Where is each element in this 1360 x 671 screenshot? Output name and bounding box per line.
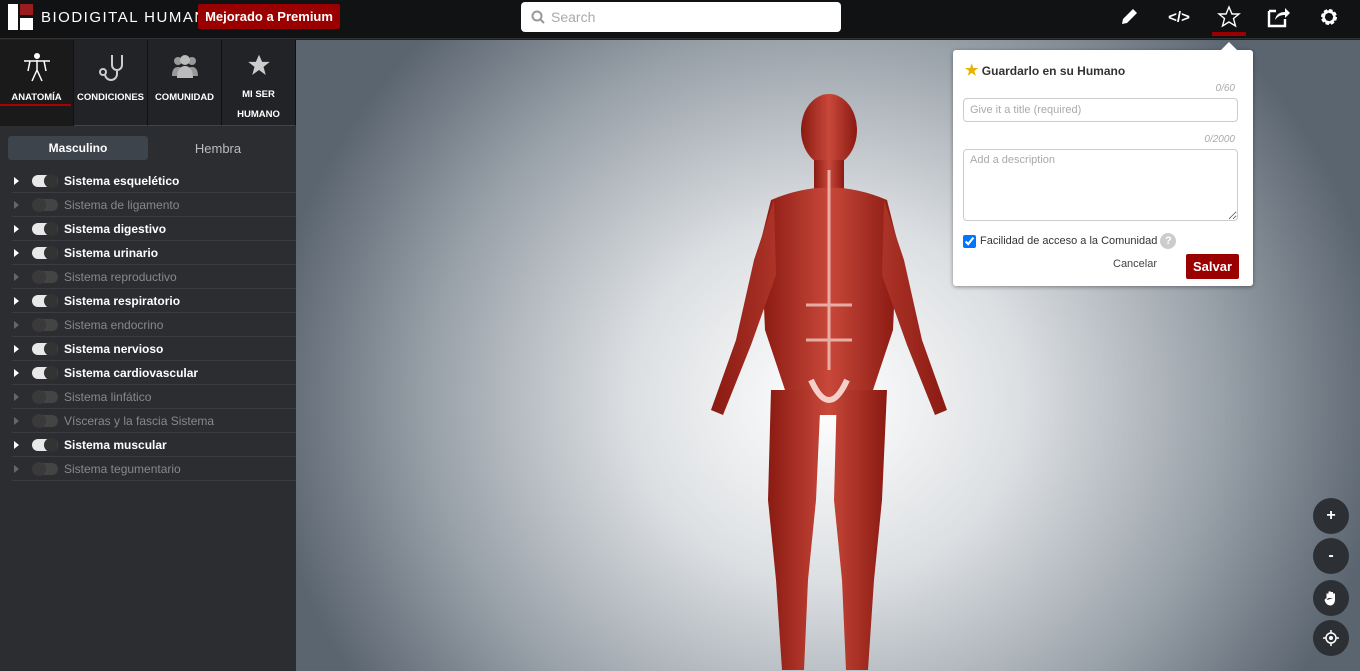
- top-bar: BIODIGITAL HUMAN Mejorado a Premium </>: [0, 0, 1360, 39]
- community-checkbox[interactable]: [963, 234, 976, 248]
- pencil-icon[interactable]: [1111, 4, 1147, 30]
- cancel-button[interactable]: Cancelar: [1113, 258, 1157, 270]
- hand-icon: [1324, 591, 1335, 606]
- system-label: Sistema linfático: [64, 389, 152, 404]
- tab-comunidad[interactable]: COMUNIDAD: [148, 40, 222, 126]
- system-label: Sistema cardiovascular: [64, 365, 199, 380]
- system-label: Sistema tegumentario: [64, 461, 181, 476]
- expand-arrow-icon[interactable]: [14, 296, 19, 305]
- expand-arrow-icon[interactable]: [14, 272, 19, 281]
- system-label: Sistema nervioso: [64, 341, 164, 356]
- star-icon: [247, 54, 270, 75]
- system-row[interactable]: Sistema esquelético: [12, 169, 296, 193]
- system-toggle[interactable]: [32, 197, 58, 212]
- expand-arrow-icon[interactable]: [14, 248, 19, 257]
- system-row[interactable]: Sistema endocrino: [12, 313, 296, 337]
- description-textarea[interactable]: [963, 149, 1238, 221]
- system-label: Sistema endocrino: [64, 317, 164, 332]
- tab-mi-ser-humano[interactable]: MI SER HUMANO: [222, 40, 296, 126]
- system-toggle[interactable]: [32, 365, 58, 380]
- star-icon: ★: [965, 62, 979, 79]
- system-toggle[interactable]: [32, 293, 58, 308]
- system-row[interactable]: Sistema reproductivo: [12, 265, 296, 289]
- title-input[interactable]: [963, 98, 1238, 122]
- system-label: Sistema urinario: [64, 245, 159, 260]
- system-row[interactable]: Sistema nervioso: [12, 337, 296, 361]
- zoom-in-button[interactable]: +: [1313, 498, 1349, 534]
- body-icon: [23, 53, 50, 82]
- active-indicator: [1212, 32, 1246, 36]
- community-label: Facilidad de acceso a la Comunidad: [980, 235, 1158, 247]
- system-toggle[interactable]: [32, 413, 58, 428]
- system-toggle[interactable]: [32, 221, 58, 236]
- embed-code-icon[interactable]: </>: [1161, 4, 1197, 30]
- system-list: Sistema esquelético Sistema de ligamento S…: [0, 169, 296, 481]
- system-row[interactable]: Sistema muscular: [12, 433, 296, 457]
- system-label: Sistema muscular: [64, 437, 167, 452]
- system-toggle[interactable]: [32, 173, 58, 188]
- system-row[interactable]: Sistema tegumentario: [12, 457, 296, 481]
- system-row[interactable]: Sistema urinario: [12, 241, 296, 265]
- system-toggle[interactable]: [32, 341, 58, 356]
- people-icon: [171, 55, 198, 78]
- search-input[interactable]: [521, 2, 841, 32]
- expand-arrow-icon[interactable]: [14, 224, 19, 233]
- gender-male-button[interactable]: Masculino: [8, 136, 148, 160]
- biodigital-logo[interactable]: [8, 4, 33, 30]
- system-label: Sistema respiratorio: [64, 293, 181, 308]
- system-toggle[interactable]: [32, 269, 58, 284]
- system-toggle[interactable]: [32, 437, 58, 452]
- upgrade-premium-button[interactable]: Mejorado a Premium: [198, 4, 340, 29]
- save-popup: ★ Guardarlo en su Humano 0/60 0/2000 Fac…: [953, 42, 1253, 286]
- expand-arrow-icon[interactable]: [14, 416, 19, 425]
- system-toggle[interactable]: [32, 389, 58, 404]
- save-button[interactable]: Salvar: [1186, 254, 1239, 279]
- share-icon[interactable]: [1261, 4, 1297, 30]
- system-label: Sistema reproductivo: [64, 269, 177, 284]
- target-icon: [1323, 630, 1339, 646]
- expand-arrow-icon[interactable]: [14, 344, 19, 353]
- system-label: Sistema digestivo: [64, 221, 167, 236]
- system-row[interactable]: Sistema linfático: [12, 385, 296, 409]
- expand-arrow-icon[interactable]: [14, 440, 19, 449]
- help-icon[interactable]: ?: [1160, 233, 1177, 249]
- expand-arrow-icon[interactable]: [14, 392, 19, 401]
- gender-female-button[interactable]: Hembra: [148, 136, 288, 160]
- brand-name: BIODIGITAL HUMAN: [41, 9, 207, 26]
- title-char-count: 0/60: [1215, 83, 1235, 94]
- system-row[interactable]: Sistema cardiovascular: [12, 361, 296, 385]
- search-icon: [531, 10, 545, 24]
- expand-arrow-icon[interactable]: [14, 200, 19, 209]
- tab-anatomia[interactable]: ANATOMÍA: [0, 40, 74, 126]
- settings-gear-icon[interactable]: [1311, 4, 1347, 30]
- star-bookmark-icon[interactable]: [1211, 4, 1247, 30]
- system-row[interactable]: Sistema digestivo: [12, 217, 296, 241]
- expand-arrow-icon[interactable]: [14, 464, 19, 473]
- system-label: Sistema esquelético: [64, 173, 180, 188]
- system-row[interactable]: Vísceras y la fascia Sistema: [12, 409, 296, 433]
- system-label: Sistema de ligamento: [64, 197, 180, 212]
- sidebar: ANATOMÍA CONDICIONES COMUNIDAD MI SER HU…: [0, 40, 296, 671]
- description-char-count: 0/2000: [1204, 134, 1235, 145]
- tab-condiciones[interactable]: CONDICIONES: [74, 40, 148, 126]
- system-label: Vísceras y la fascia Sistema: [64, 413, 215, 428]
- system-row[interactable]: Sistema respiratorio: [12, 289, 296, 313]
- popup-title: Guardarlo en su Humano: [981, 64, 1126, 78]
- recenter-button[interactable]: [1313, 620, 1349, 656]
- expand-arrow-icon[interactable]: [14, 320, 19, 329]
- expand-arrow-icon[interactable]: [14, 368, 19, 377]
- system-toggle[interactable]: [32, 461, 58, 476]
- system-toggle[interactable]: [32, 245, 58, 260]
- pan-hand-button[interactable]: [1313, 580, 1349, 616]
- zoom-out-button[interactable]: -: [1313, 538, 1349, 574]
- stethoscope-icon: [98, 55, 123, 81]
- expand-arrow-icon[interactable]: [14, 176, 19, 185]
- system-row[interactable]: Sistema de ligamento: [12, 193, 296, 217]
- system-toggle[interactable]: [32, 317, 58, 332]
